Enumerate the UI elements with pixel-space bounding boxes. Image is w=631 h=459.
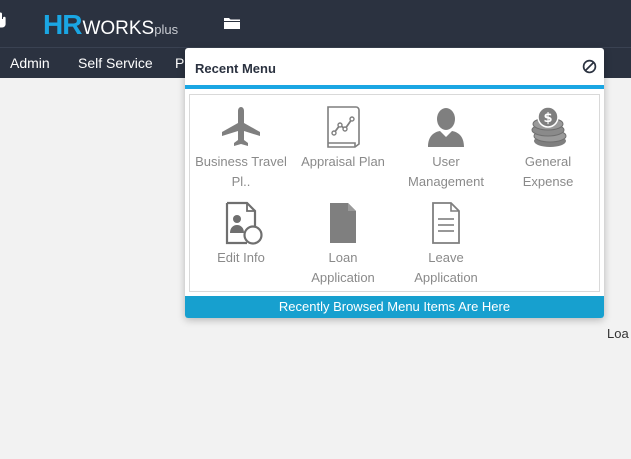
recent-item-appraisal-plan[interactable]: Appraisal Plan	[293, 105, 393, 172]
recent-item-edit-info[interactable]: Edit Info	[191, 201, 291, 268]
svg-text:$: $	[543, 111, 552, 126]
tile-label-line1: Appraisal Plan	[301, 154, 385, 169]
tile-label-line2: Pl..	[231, 174, 251, 189]
recent-item-business-travel[interactable]: Business Travel Pl..	[191, 105, 291, 192]
profile-edit-icon	[225, 201, 263, 245]
recent-menu-header: Recent Menu	[185, 48, 604, 89]
recent-item-loan-application[interactable]: Loan Application	[293, 201, 393, 288]
user-icon	[428, 108, 464, 147]
tile-label-line2: Application	[414, 270, 478, 285]
recent-menu-dropdown: Recent Menu Business Travel Pl.. Apprais…	[185, 48, 604, 318]
airplane-icon	[222, 107, 260, 146]
clear-ban-icon[interactable]	[582, 59, 597, 74]
loading-text: Loa	[607, 326, 629, 341]
recent-menu-title: Recent Menu	[195, 61, 276, 76]
tile-label-line1: Edit Info	[217, 250, 265, 265]
recent-menu-grid: Business Travel Pl.. Appraisal Plan User…	[189, 94, 600, 292]
logo-plus-text: plus	[154, 22, 179, 37]
folder-icon[interactable]	[223, 16, 241, 30]
tile-label-line1: Loan	[328, 250, 358, 265]
hand-cursor-icon	[0, 12, 6, 28]
logo-hr-text: HR	[43, 9, 82, 40]
logo-works-text: WORKS	[82, 18, 155, 39]
recent-item-general-expense[interactable]: $ General Expense	[498, 105, 598, 192]
tile-label-line2: Expense	[522, 174, 574, 189]
top-header: HR WORKS plus	[0, 0, 631, 47]
hrworks-logo[interactable]: HR WORKS plus	[43, 10, 178, 40]
document-filled-icon	[330, 203, 356, 243]
tile-label-line1: General	[524, 154, 572, 169]
tile-label-line2: Application	[311, 270, 375, 285]
nav-item-self-service[interactable]: Self Service	[78, 55, 153, 71]
recent-item-leave-application[interactable]: Leave Application	[396, 201, 496, 288]
recent-item-user-management[interactable]: User Management	[396, 105, 496, 192]
document-outline-icon	[432, 202, 460, 244]
chart-document-icon	[327, 106, 360, 148]
coins-icon: $	[531, 106, 567, 147]
nav-item-admin[interactable]: Admin	[10, 55, 50, 71]
tile-label-line1: User	[432, 154, 460, 169]
tile-label-line1: Leave	[428, 250, 464, 265]
tile-label-line1: Business Travel	[195, 154, 287, 169]
recent-menu-footer: Recently Browsed Menu Items Are Here	[185, 296, 604, 318]
tile-label-line2: Management	[408, 174, 484, 189]
